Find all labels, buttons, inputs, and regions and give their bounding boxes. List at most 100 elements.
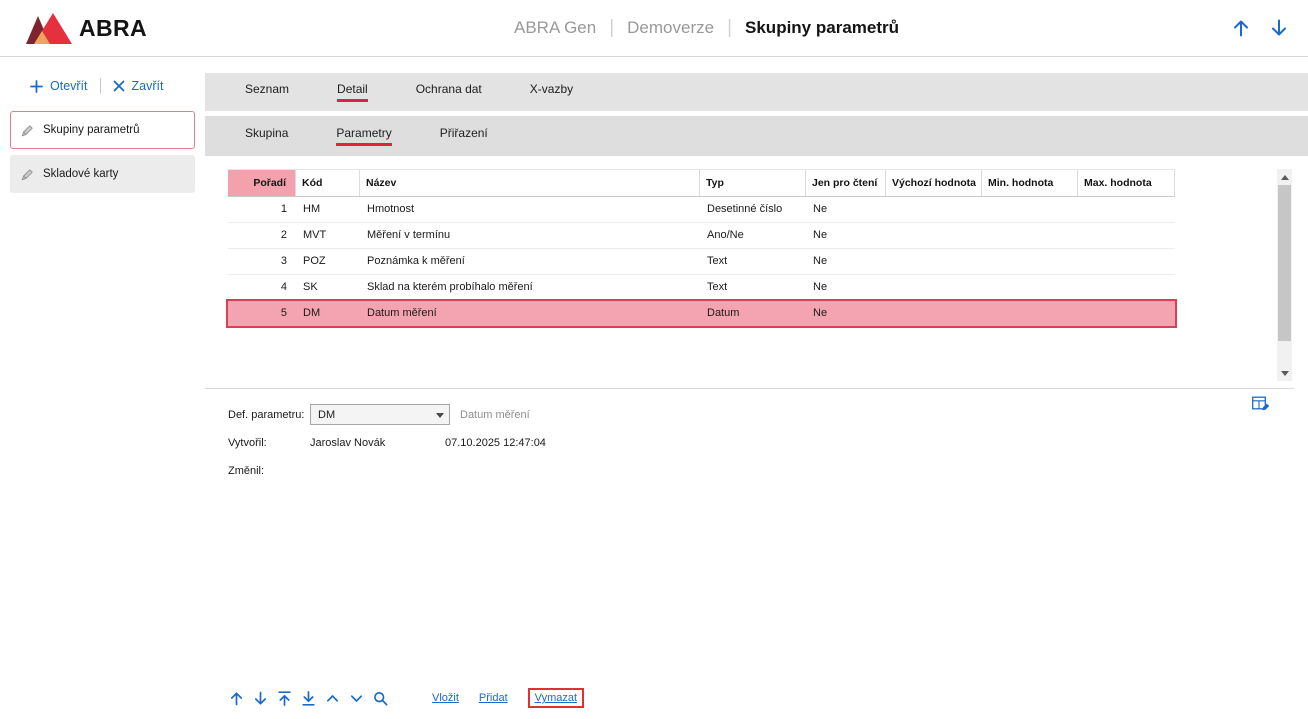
open-button-label: Otevřít [50, 79, 88, 93]
cell-typ: Text [700, 275, 806, 300]
close-button[interactable]: Zavřít [113, 79, 164, 93]
vymazat-link[interactable]: Vymazat [535, 692, 577, 704]
cell-vychozi-hodnota [886, 223, 982, 248]
cell-kod: SK [296, 275, 360, 300]
cell-min-hodnota [982, 223, 1078, 248]
cell-max-hodnota [1078, 197, 1175, 222]
title-separator: | [609, 17, 614, 39]
column-header-typ[interactable]: Typ [700, 170, 806, 196]
cell-vychozi-hodnota [886, 197, 982, 222]
column-header-max-hodnota[interactable]: Max. hodnota [1078, 170, 1175, 196]
move-to-bottom-icon[interactable] [300, 690, 317, 707]
tab-x-vazby[interactable]: X-vazby [506, 82, 597, 102]
cell-jen-pro-cteni: Ne [806, 275, 886, 300]
column-header-jen-pro-cteni[interactable]: Jen pro čtení [806, 170, 886, 196]
cell-nazev: Sklad na kterém probíhalo měření [360, 275, 700, 300]
def-parametru-select[interactable]: DM [310, 404, 450, 425]
scrollbar-down-icon[interactable] [1277, 365, 1292, 381]
column-header-kod[interactable]: Kód [296, 170, 360, 196]
sidebar-item-skladove-karty[interactable]: Skladové karty [10, 155, 195, 193]
cell-vychozi-hodnota [886, 301, 982, 327]
cell-jen-pro-cteni: Ne [806, 249, 886, 274]
sidebar-toolbar: Otevřít Zavřít [0, 57, 205, 107]
chevron-up-icon[interactable] [324, 690, 341, 707]
tab-prirazeni[interactable]: Přiřazení [416, 126, 512, 146]
zmenil-row: Změnil: [228, 460, 546, 481]
cell-poradi: 3 [228, 249, 296, 274]
zmenil-label: Změnil: [228, 465, 310, 477]
cell-jen-pro-cteni: Ne [806, 197, 886, 222]
cell-poradi: 2 [228, 223, 296, 248]
window-title: ABRA Gen | Demoverze | Skupiny parametrů [514, 0, 899, 56]
cell-vychozi-hodnota [886, 249, 982, 274]
sidebar-item-label: Skupiny parametrů [43, 124, 140, 136]
scrollbar-up-icon[interactable] [1277, 169, 1292, 185]
table-row[interactable]: 1 HM Hmotnost Desetinné číslo Ne [228, 197, 1175, 223]
column-header-vychozi-hodnota[interactable]: Výchozí hodnota [886, 170, 982, 196]
sidebar: Otevřít Zavřít Skupiny parametrů Skladov… [0, 57, 205, 719]
cell-typ: Desetinné číslo [700, 197, 806, 222]
table-edit-icon[interactable] [1252, 396, 1270, 416]
cell-nazev: Hmotnost [360, 197, 700, 222]
cell-min-hodnota [982, 249, 1078, 274]
open-button[interactable]: Otevřít [30, 79, 88, 93]
pencil-icon [21, 168, 34, 181]
table-row[interactable]: 4 SK Sklad na kterém probíhalo měření Te… [228, 275, 1175, 301]
tab-ochrana-dat[interactable]: Ochrana dat [392, 82, 506, 102]
close-button-label: Zavřít [132, 79, 164, 93]
scrollbar-thumb[interactable] [1278, 185, 1291, 341]
cell-min-hodnota [982, 275, 1078, 300]
column-header-poradi[interactable]: Pořadí [228, 170, 296, 196]
vlozit-link[interactable]: Vložit [432, 692, 459, 704]
vytvoril-timestamp: 07.10.2025 12:47:04 [445, 437, 546, 449]
column-header-min-hodnota[interactable]: Min. hodnota [982, 170, 1078, 196]
secondary-tabstrip: Skupina Parametry Přiřazení [205, 116, 1308, 156]
move-to-top-icon[interactable] [276, 690, 293, 707]
primary-tabstrip: Seznam Detail Ochrana dat X-vazby [205, 73, 1308, 111]
move-down-icon[interactable] [252, 690, 269, 707]
sidebar-item-skupiny-parametru[interactable]: Skupiny parametrů [10, 111, 195, 149]
table-row[interactable]: 2 MVT Měření v termínu Ano/Ne Ne [228, 223, 1175, 249]
rows-toolbar: Vložit Přidat Vymazat [228, 688, 584, 708]
table-row-selected[interactable]: 5 DM Datum měření Datum Ne [228, 301, 1175, 327]
table-row[interactable]: 3 POZ Poznámka k měření Text Ne [228, 249, 1175, 275]
cell-poradi: 1 [228, 197, 296, 222]
chevron-down-icon[interactable] [348, 690, 365, 707]
cell-nazev: Poznámka k měření [360, 249, 700, 274]
main-content: Seznam Detail Ochrana dat X-vazby Skupin… [205, 57, 1308, 719]
column-header-nazev[interactable]: Název [360, 170, 700, 196]
tab-parametry[interactable]: Parametry [312, 126, 415, 146]
abra-logo-icon [26, 12, 72, 44]
parameters-table: Pořadí Kód Název Typ Jen pro čtení Výcho… [228, 169, 1175, 327]
cell-min-hodnota [982, 197, 1078, 222]
tab-detail[interactable]: Detail [313, 82, 392, 102]
close-icon [113, 80, 125, 92]
def-parametru-value: DM [318, 409, 335, 421]
plus-icon [30, 80, 43, 93]
cell-kod: DM [296, 301, 360, 327]
pridat-link[interactable]: Přidat [479, 692, 508, 704]
table-header-row: Pořadí Kód Název Typ Jen pro čtení Výcho… [228, 169, 1175, 197]
cell-nazev: Měření v termínu [360, 223, 700, 248]
cell-kod: HM [296, 197, 360, 222]
vymazat-link-highlight: Vymazat [528, 688, 584, 708]
app-name: ABRA Gen [514, 18, 596, 38]
def-parametru-hint: Datum měření [460, 409, 530, 421]
tab-skupina[interactable]: Skupina [221, 126, 312, 146]
app-header: ABRA ABRA Gen | Demoverze | Skupiny para… [0, 0, 1308, 57]
tab-seznam[interactable]: Seznam [221, 82, 313, 102]
chevron-down-icon [436, 413, 444, 418]
cell-jen-pro-cteni: Ne [806, 301, 886, 327]
record-down-icon[interactable] [1268, 17, 1290, 39]
record-up-icon[interactable] [1230, 17, 1252, 39]
search-icon[interactable] [372, 690, 389, 707]
cell-typ: Datum [700, 301, 806, 327]
abra-logo: ABRA [26, 12, 147, 44]
move-up-icon[interactable] [228, 690, 245, 707]
cell-kod: MVT [296, 223, 360, 248]
environment-name: Demoverze [627, 18, 714, 38]
cell-max-hodnota [1078, 275, 1175, 300]
toolbar-divider [100, 78, 101, 94]
sidebar-item-label: Skladové karty [43, 168, 118, 180]
title-separator: | [727, 17, 732, 39]
